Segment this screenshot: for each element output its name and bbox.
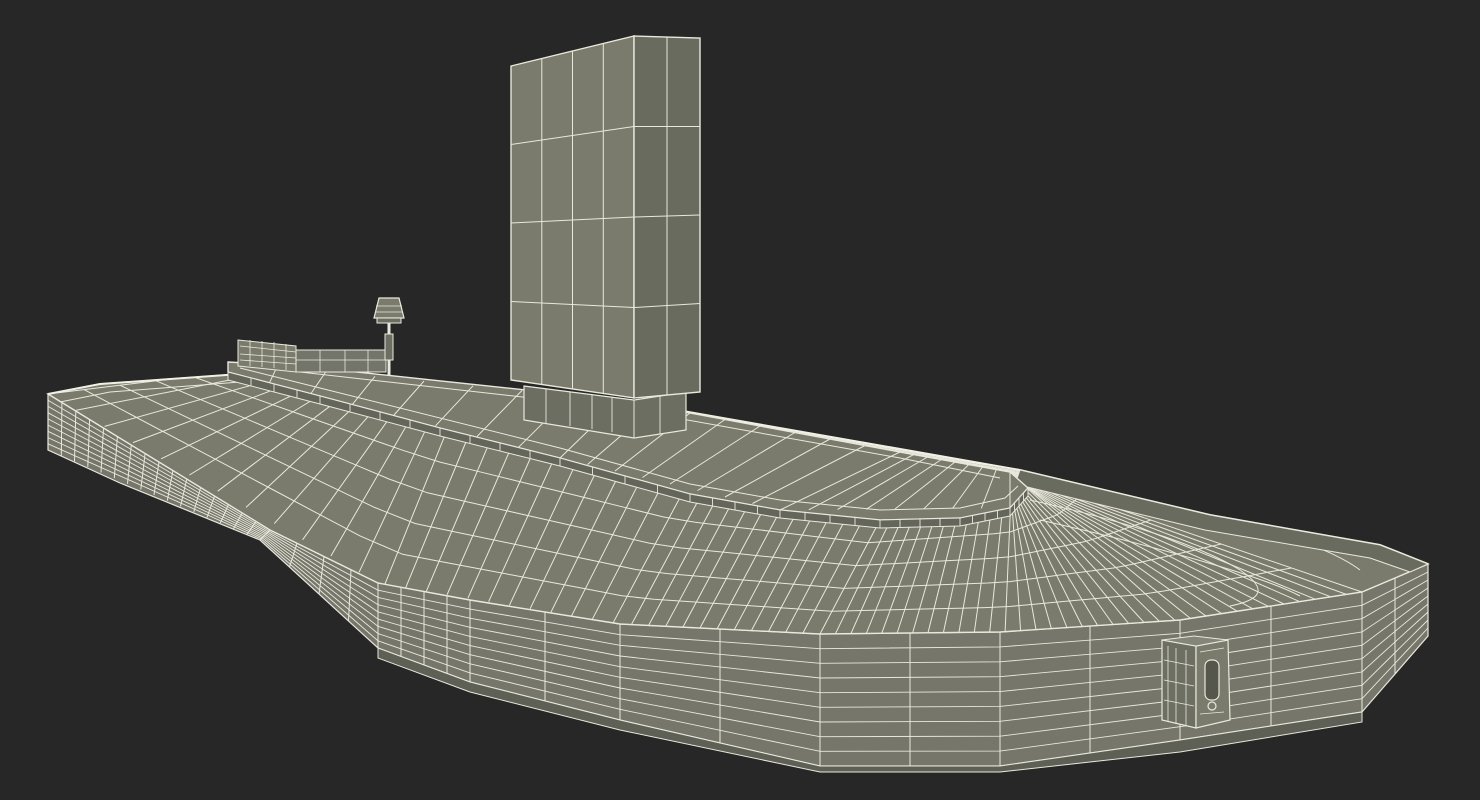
control-panel-box bbox=[1161, 635, 1231, 729]
keyhole-slot-icon bbox=[1204, 659, 1220, 701]
render-viewport bbox=[0, 0, 1480, 800]
carousel-wireframe-render bbox=[46, 35, 1430, 773]
information-display-board bbox=[510, 35, 701, 439]
